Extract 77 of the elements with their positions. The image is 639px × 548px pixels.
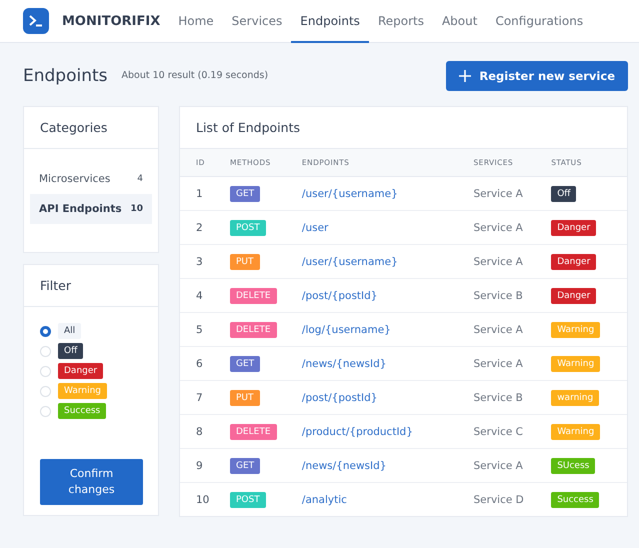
plus-icon bbox=[459, 70, 472, 82]
status-badge: warning bbox=[551, 390, 600, 406]
endpoint-link[interactable]: /user bbox=[302, 222, 328, 234]
service-cell: Service B bbox=[474, 290, 523, 302]
nav-tab[interactable]: About bbox=[432, 0, 486, 43]
method-badge: PUT bbox=[230, 254, 260, 270]
service-cell: Service C bbox=[474, 426, 523, 438]
method-badge: POST bbox=[230, 492, 266, 508]
status-badge: SUcess bbox=[551, 458, 596, 474]
id-cell: 8 bbox=[196, 426, 203, 438]
status-badge: Warning bbox=[551, 322, 600, 338]
status-badge: Danger bbox=[551, 220, 596, 236]
service-cell: Service D bbox=[474, 494, 524, 506]
endpoint-link[interactable]: /log/{username} bbox=[302, 324, 391, 336]
category-count: 4 bbox=[137, 174, 143, 184]
category-item[interactable]: Microservices 4 bbox=[30, 164, 152, 194]
category-label: Microservices bbox=[39, 173, 110, 185]
method-badge: GET bbox=[230, 458, 260, 474]
endpoint-link[interactable]: /user/{username} bbox=[302, 256, 398, 268]
id-cell: 9 bbox=[196, 460, 203, 472]
category-count: 10 bbox=[130, 204, 143, 214]
status-badge: Off bbox=[551, 186, 576, 202]
status-badge: Success bbox=[551, 492, 600, 508]
endpoint-link[interactable]: /post/{postId} bbox=[302, 392, 378, 404]
status-badge: Warning bbox=[551, 424, 600, 440]
status-badge: Warning bbox=[551, 356, 600, 372]
terminal-logo-icon bbox=[23, 8, 49, 34]
id-cell: 5 bbox=[196, 324, 203, 336]
method-badge: PUT bbox=[230, 390, 260, 406]
endpoint-link[interactable]: /analytic bbox=[302, 494, 347, 506]
status-chip: Off bbox=[58, 343, 84, 359]
id-cell: 4 bbox=[196, 290, 203, 302]
method-badge: DELETE bbox=[230, 322, 277, 338]
status-chip: All bbox=[58, 323, 82, 339]
service-cell: Service A bbox=[474, 460, 523, 472]
endpoint-link[interactable]: /news/{newsId} bbox=[302, 460, 386, 472]
status-chip: Danger bbox=[58, 363, 104, 379]
service-cell: Service A bbox=[474, 358, 523, 370]
register-service-button[interactable]: Register new service bbox=[446, 60, 628, 90]
status-badge: Danger bbox=[551, 254, 596, 270]
service-cell: Service A bbox=[474, 256, 523, 268]
service-cell: Service A bbox=[474, 324, 523, 336]
id-cell: 6 bbox=[196, 358, 203, 370]
nav-tab[interactable]: Home bbox=[169, 0, 223, 43]
endpoint-link[interactable]: /post/{postId} bbox=[302, 290, 378, 302]
method-badge: DELETE bbox=[230, 424, 277, 440]
service-cell: Service A bbox=[474, 188, 523, 200]
method-badge: DELETE bbox=[230, 288, 277, 304]
nav-tab[interactable]: Configurations bbox=[486, 0, 592, 43]
id-cell: 10 bbox=[196, 494, 210, 506]
result-info: About 10 result (0.19 seconds) bbox=[122, 70, 270, 81]
confirm-button[interactable]: Confirm changes bbox=[40, 459, 143, 505]
method-badge: GET bbox=[230, 186, 260, 202]
id-cell: 2 bbox=[196, 222, 203, 234]
card-title: Filter bbox=[24, 265, 158, 307]
nav-tab[interactable]: Endpoints bbox=[291, 0, 369, 43]
method-badge: GET bbox=[230, 356, 260, 372]
service-cell: Service A bbox=[474, 222, 523, 234]
method-badge: POST bbox=[230, 220, 266, 236]
id-cell: 3 bbox=[196, 256, 203, 268]
brand-name: MONITORIFIX bbox=[62, 14, 160, 28]
nav-tab[interactable]: Reports bbox=[368, 0, 433, 43]
card-title: Categories bbox=[24, 107, 158, 149]
category-item[interactable]: API Endpoints 10 bbox=[30, 194, 152, 224]
service-cell: Service B bbox=[474, 392, 523, 404]
endpoint-link[interactable]: /news/{newsId} bbox=[302, 358, 386, 370]
category-label: API Endpoints bbox=[39, 203, 122, 215]
endpoint-link[interactable]: /user/{username} bbox=[302, 188, 398, 200]
id-cell: 7 bbox=[196, 392, 203, 404]
nav-tab[interactable]: Services bbox=[222, 0, 292, 43]
status-badge: Danger bbox=[551, 288, 596, 304]
page-title: Endpoints bbox=[23, 66, 108, 86]
endpoint-link[interactable]: /product/{productId} bbox=[302, 426, 413, 438]
status-chip: Warning bbox=[58, 383, 108, 399]
id-cell: 1 bbox=[196, 188, 203, 200]
radio-button[interactable] bbox=[40, 326, 51, 336]
status-chip: Success bbox=[58, 403, 106, 419]
